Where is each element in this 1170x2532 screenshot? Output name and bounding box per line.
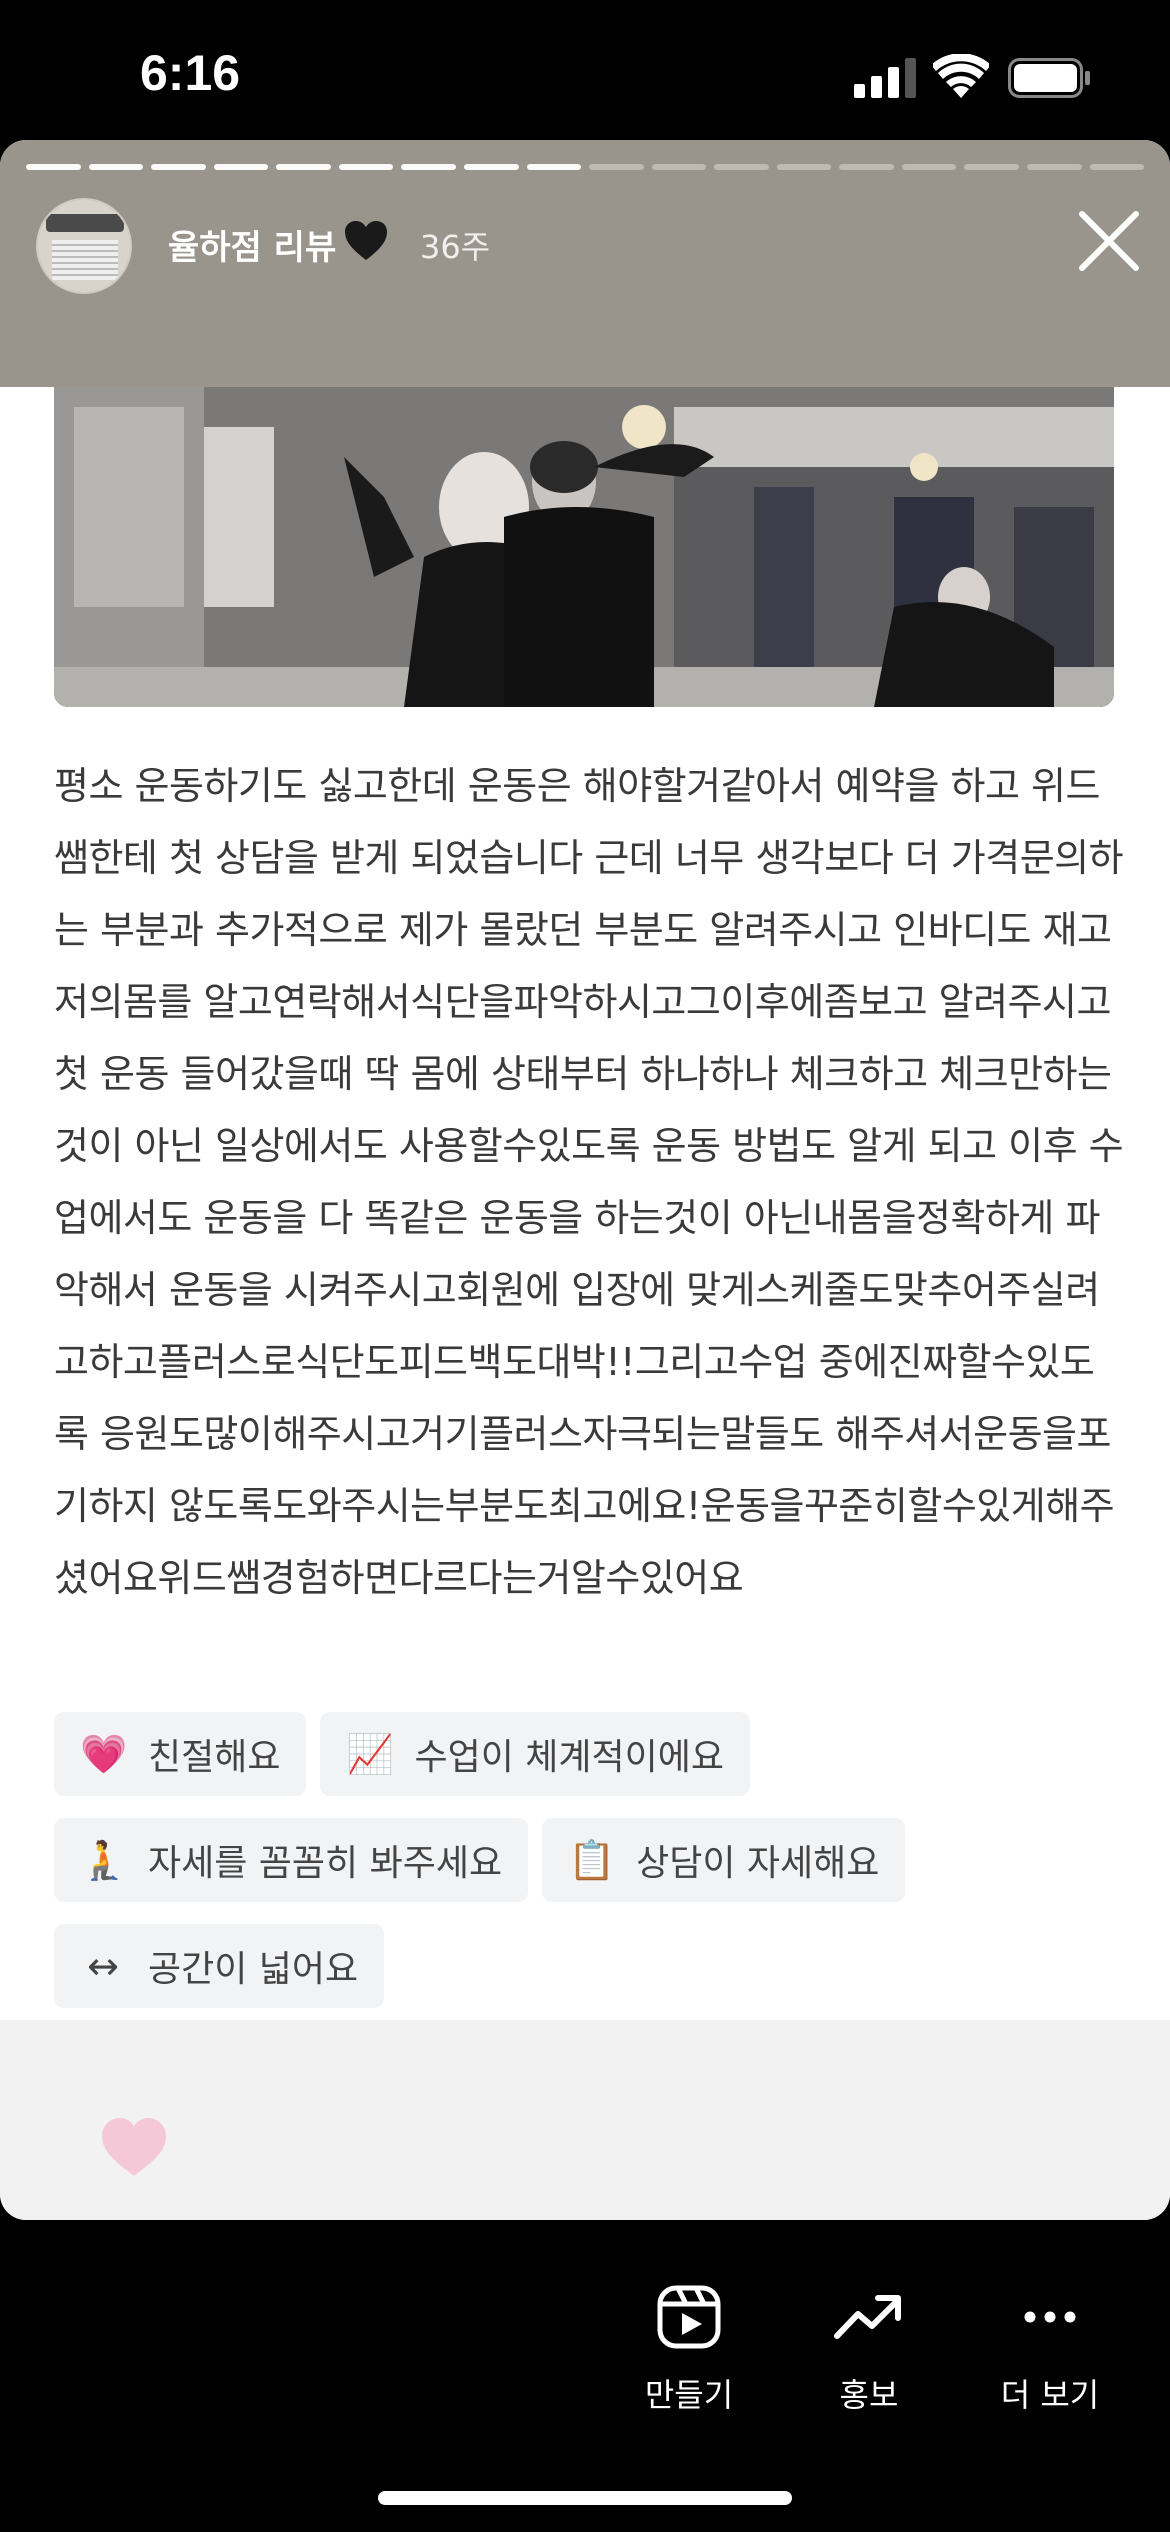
- story-progress-bar: [26, 164, 1145, 170]
- clipboard-icon: 📋: [568, 1837, 616, 1882]
- status-time: 6:16: [140, 45, 241, 101]
- promote-label: 홍보: [839, 2376, 899, 2414]
- progress-segment: [1089, 164, 1145, 170]
- story-age: 36주: [420, 228, 491, 266]
- progress-segment: [651, 164, 707, 170]
- review-tag: 💗 친절해요: [54, 1712, 307, 1796]
- create-label: 만들기: [644, 2376, 734, 2414]
- review-tag: ↔ 공간이 넓어요: [54, 1924, 385, 2008]
- progress-segment: [526, 164, 582, 170]
- review-tag-label: 상담이 자세해요: [636, 1843, 880, 1884]
- reels-create-icon: [657, 2285, 721, 2349]
- progress-segment: [776, 164, 832, 170]
- black-heart-icon: [345, 221, 387, 260]
- review-tag-label: 친절해요: [148, 1737, 281, 1778]
- profile-avatar[interactable]: [36, 198, 132, 294]
- review-tag: 📈 수업이 체계적이에요: [320, 1712, 751, 1796]
- more-label: 더 보기: [1000, 2376, 1100, 2414]
- close-icon[interactable]: [1076, 208, 1142, 274]
- trending-up-icon: [834, 2295, 901, 2339]
- progress-segment: [88, 164, 144, 170]
- review-text: 평소 운동하기도 싫고한데 운동은 해야할거같아서 예약을 하고 위드쌤한테 첫…: [54, 764, 1124, 1600]
- progress-segment: [213, 164, 269, 170]
- review-photo: [54, 387, 1114, 707]
- review-tag-label: 수업이 체계적이에요: [414, 1737, 725, 1778]
- bottom-action-bar: 만들기 홍보 더 보기: [0, 2220, 1170, 2532]
- progress-segment: [839, 164, 894, 170]
- progress-segment: [1027, 164, 1082, 170]
- progress-segment: [901, 164, 957, 170]
- wifi-icon: [933, 54, 989, 98]
- battery-icon: [1008, 58, 1090, 98]
- review-tag: 🧎 자세를 꼼꼼히 봐주세요: [54, 1818, 529, 1902]
- review-tag: 📋 상담이 자세해요: [542, 1818, 906, 1902]
- status-bar: 6:16: [0, 0, 1170, 150]
- story-footer-area: [0, 2020, 1170, 2220]
- progress-segment: [151, 164, 206, 170]
- more-dots-icon: [1024, 2311, 1076, 2323]
- review-tag-label: 공간이 넓어요: [148, 1949, 359, 1990]
- progress-segment: [401, 164, 456, 170]
- progress-segment: [714, 164, 769, 170]
- cellular-signal-icon: [854, 58, 916, 98]
- progress-segment: [589, 164, 644, 170]
- home-indicator[interactable]: [378, 2491, 792, 2505]
- kneeling-person-icon: 🧎: [80, 1837, 128, 1882]
- more-button[interactable]: 더 보기: [960, 2284, 1140, 2416]
- progress-segment: [463, 164, 519, 170]
- progress-segment: [964, 164, 1019, 170]
- review-tags: 💗 친절해요 📈 수업이 체계적이에요 🧎 자세를 꼼꼼히 봐주세요 📋 상담이…: [54, 1712, 1114, 2030]
- like-heart-icon[interactable]: [100, 2116, 168, 2178]
- story-username[interactable]: 율하점 리뷰: [168, 220, 336, 269]
- growing-heart-icon: 💗: [80, 1731, 128, 1776]
- chart-increasing-icon: 📈: [346, 1731, 394, 1776]
- progress-segment: [338, 164, 394, 170]
- story-header: 율하점 리뷰 36주: [0, 140, 1170, 387]
- progress-segment: [26, 164, 81, 170]
- review-tag-label: 자세를 꼼꼼히 봐주세요: [148, 1843, 503, 1884]
- promote-button[interactable]: 홍보: [779, 2284, 959, 2416]
- create-button[interactable]: 만들기: [599, 2284, 779, 2416]
- left-right-arrow-icon: ↔: [87, 1944, 119, 1988]
- story-card[interactable]: 율하점 리뷰 36주 평소 운동하기도 싫고한데 운동은 해야할거같아서 예약을…: [0, 140, 1170, 2220]
- progress-segment: [276, 164, 331, 170]
